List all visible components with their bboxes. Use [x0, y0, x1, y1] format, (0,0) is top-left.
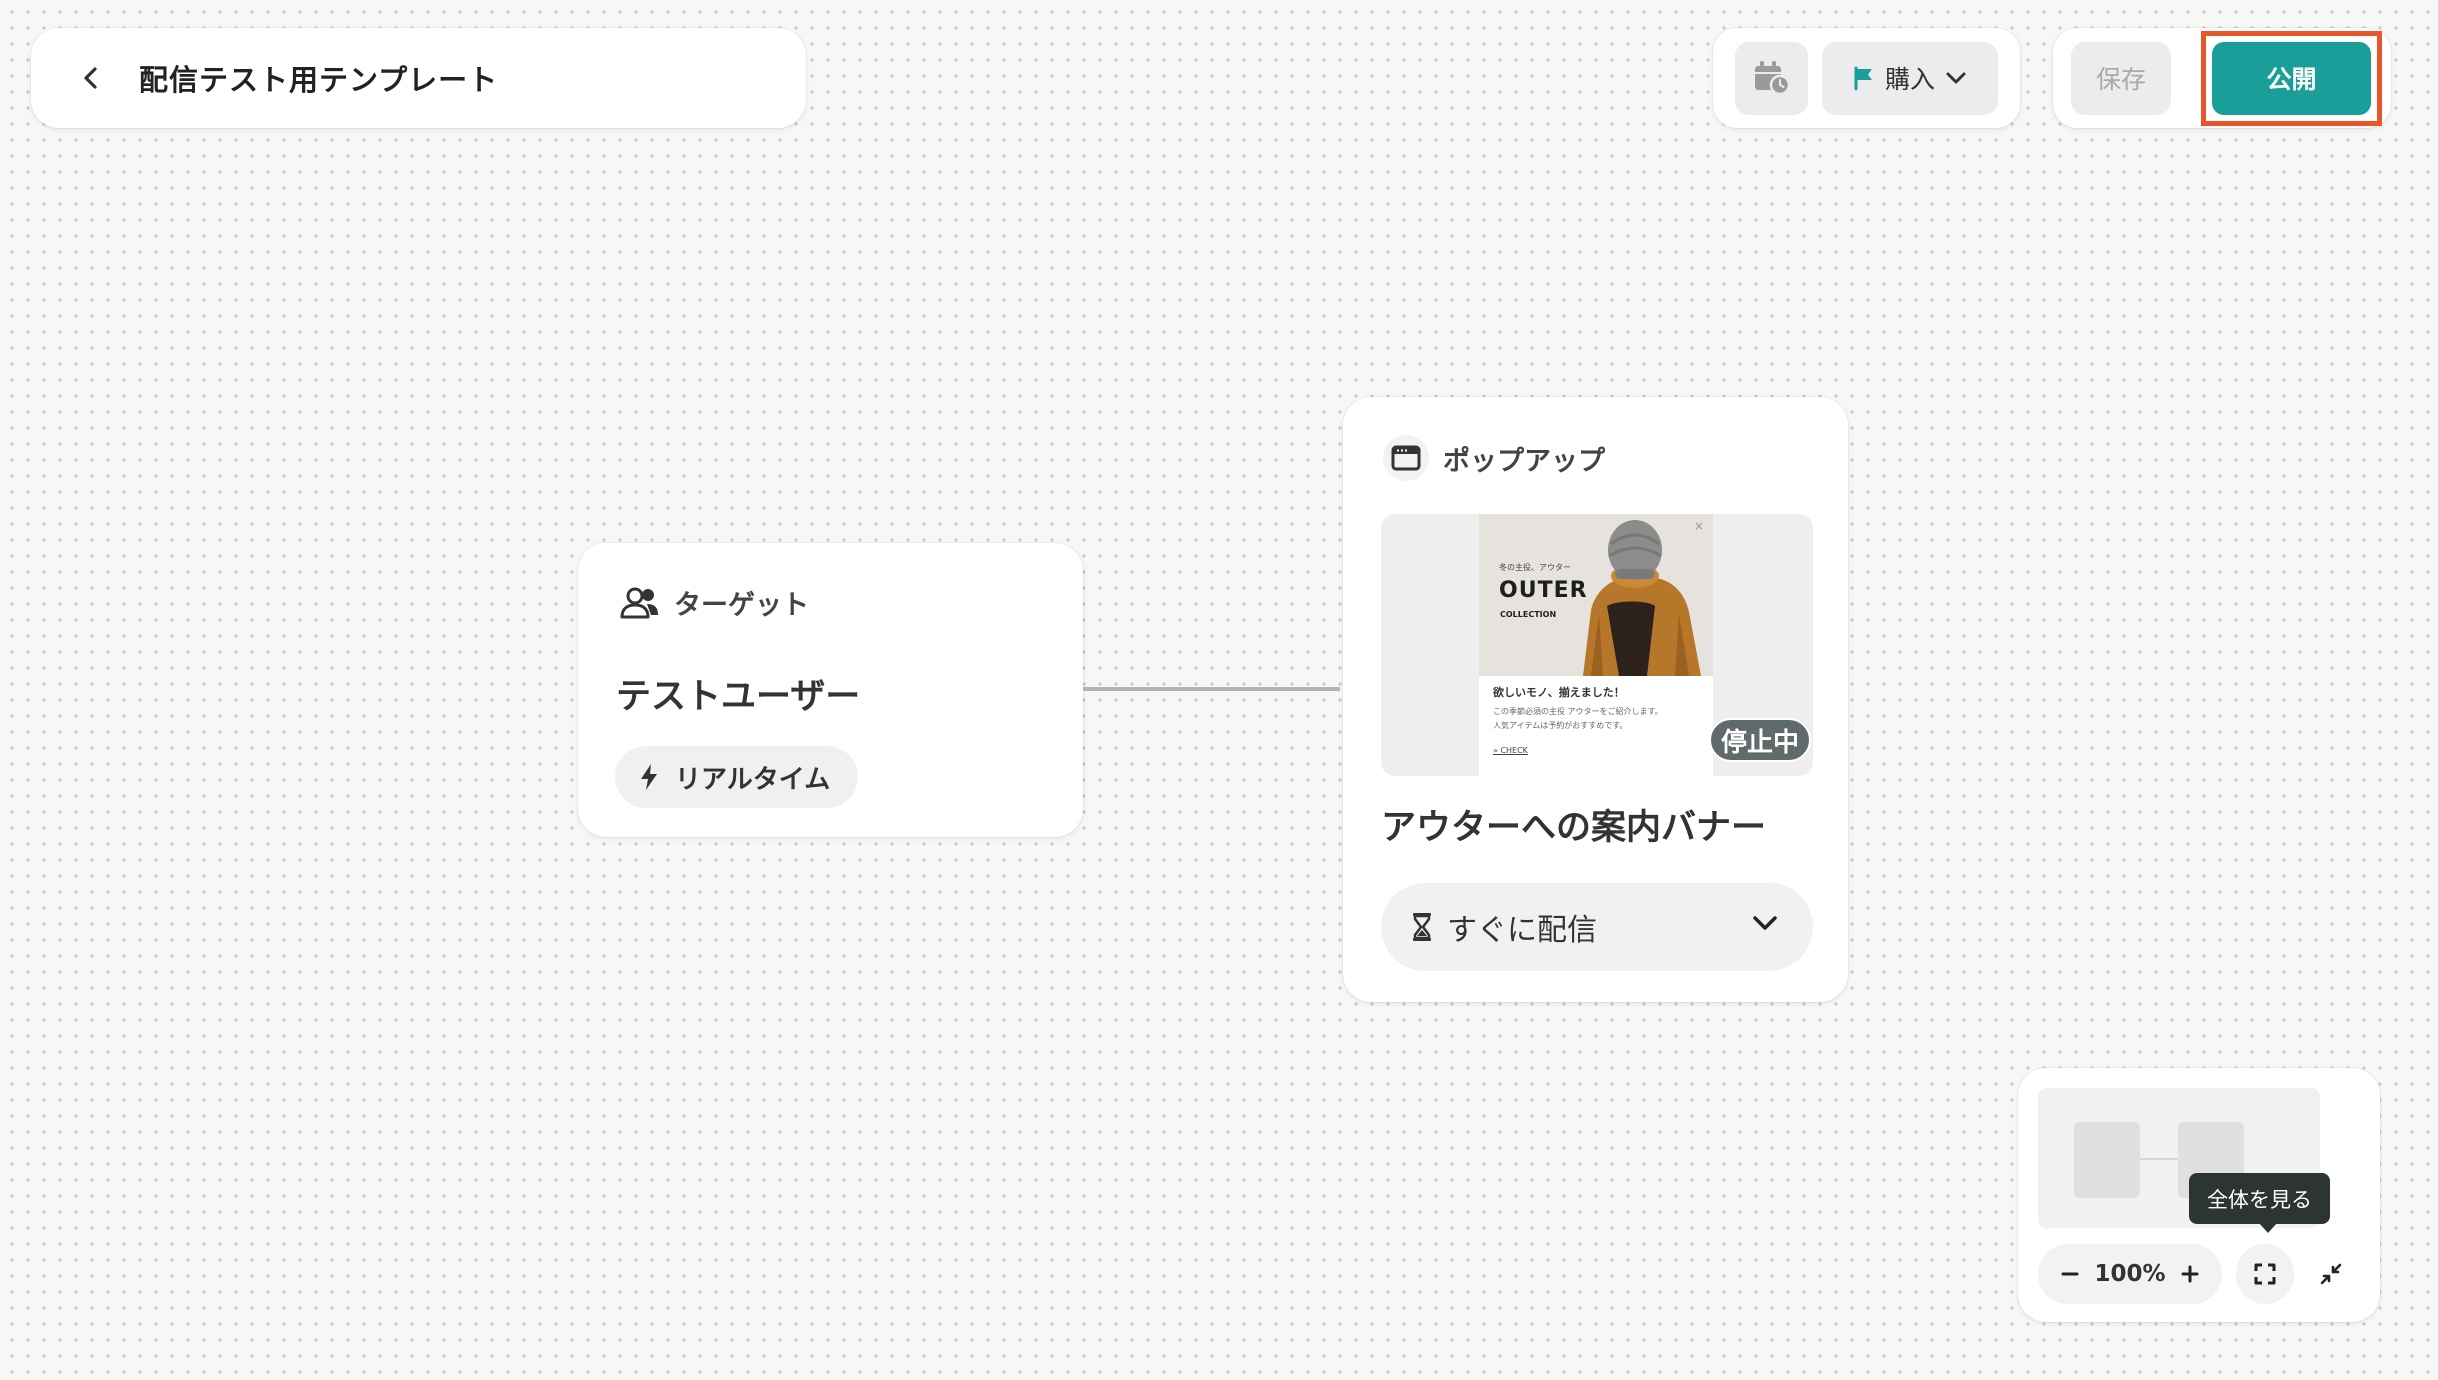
back-button[interactable]: [71, 58, 111, 98]
node-connector: [1083, 687, 1340, 691]
hourglass-icon: [1413, 913, 1431, 941]
popup-node-header: ポップアップ: [1383, 435, 1605, 481]
popup-creative: × 冬の主役、アウター OUTER COLLECTION 欲しいモノ、揃えました…: [1479, 514, 1713, 776]
publish-button-highlight: 公開: [2201, 30, 2382, 126]
preview-eyebrow: 冬の主役、アウター: [1499, 563, 1571, 572]
minimap-panel: 全体を見る 100%: [2018, 1068, 2380, 1322]
zoom-in-button[interactable]: [2176, 1260, 2204, 1288]
plus-icon: [2181, 1265, 2199, 1283]
preview-brand-sub: COLLECTION: [1500, 610, 1557, 619]
popup-node-heading: ポップアップ: [1443, 445, 1605, 477]
svg-text:×: ×: [1694, 519, 1704, 533]
schedule-calendar-button[interactable]: [1735, 41, 1808, 115]
preview-brand: OUTER: [1499, 578, 1588, 603]
trigger-chip[interactable]: リアルタイム: [615, 746, 859, 808]
fit-view-button[interactable]: [2236, 1244, 2294, 1304]
header-tools: 購入: [1713, 28, 2020, 128]
preview-body-line-1: この季節必須の主役 アウターをご紹介します。: [1493, 707, 1663, 716]
chevron-down-icon: [1753, 916, 1777, 930]
target-segment-name: テストユーザー: [616, 677, 861, 717]
minus-icon: [2061, 1272, 2079, 1276]
lightning-icon: [641, 764, 657, 790]
browser-window-icon: [1383, 435, 1429, 481]
chevron-left-icon: [84, 67, 97, 89]
zoom-level: 100%: [2094, 1261, 2166, 1287]
flag-icon: [1854, 66, 1872, 90]
tooltip-text: 全体を見る: [2207, 1187, 2312, 1212]
popup-campaign-name: アウターへの案内バナー: [1381, 808, 1767, 848]
page-title: 配信テスト用テンプレート: [139, 63, 499, 97]
popup-preview[interactable]: × 冬の主役、アウター OUTER COLLECTION 欲しいモノ、揃えました…: [1381, 514, 1813, 776]
target-node-heading: ターゲット: [674, 590, 809, 621]
preview-body-line-2: 人気アイテムは予約がおすすめです。: [1493, 721, 1628, 730]
schedule-label: すぐに配信: [1447, 913, 1597, 948]
chevron-down-icon: [1946, 72, 1966, 84]
title-bar: 配信テスト用テンプレート: [31, 28, 806, 128]
trigger-label: リアルタイム: [675, 764, 831, 795]
header-actions: 保存 公開: [2053, 28, 2391, 128]
users-icon: [620, 587, 658, 618]
calendar-clock-icon: [1754, 61, 1790, 96]
status-badge: 停止中: [1708, 718, 1811, 762]
fit-screen-icon: [2254, 1263, 2276, 1285]
collapse-arrows-icon: [2320, 1263, 2342, 1285]
tooltip-arrow: [2259, 1223, 2277, 1233]
preview-headline: 欲しいモノ、揃えました！: [1493, 686, 1625, 699]
collapse-minimap-button[interactable]: [2302, 1244, 2360, 1304]
save-button[interactable]: 保存: [2071, 41, 2171, 115]
minimap-target-node: [2074, 1122, 2140, 1198]
schedule-dropdown[interactable]: すぐに配信: [1381, 883, 1813, 971]
conversion-goal-dropdown[interactable]: 購入: [1822, 41, 1998, 115]
target-node-header: ターゲット: [620, 583, 809, 622]
popup-node[interactable]: ポップアップ × 冬の主役、アウター OUTER COLLECTION 欲しいモ…: [1343, 397, 1848, 1002]
preview-check-link: » CHECK: [1493, 746, 1528, 755]
zoom-control: 100%: [2038, 1244, 2222, 1304]
publish-button[interactable]: 公開: [2212, 41, 2371, 115]
minimap-connector: [2140, 1158, 2178, 1160]
fit-view-tooltip: 全体を見る: [2189, 1173, 2330, 1233]
target-node[interactable]: ターゲット テストユーザー リアルタイム: [578, 543, 1083, 837]
zoom-out-button[interactable]: [2056, 1260, 2084, 1288]
popup-hero-image: × 冬の主役、アウター OUTER COLLECTION: [1479, 514, 1713, 676]
goal-label: 購入: [1884, 65, 1935, 94]
